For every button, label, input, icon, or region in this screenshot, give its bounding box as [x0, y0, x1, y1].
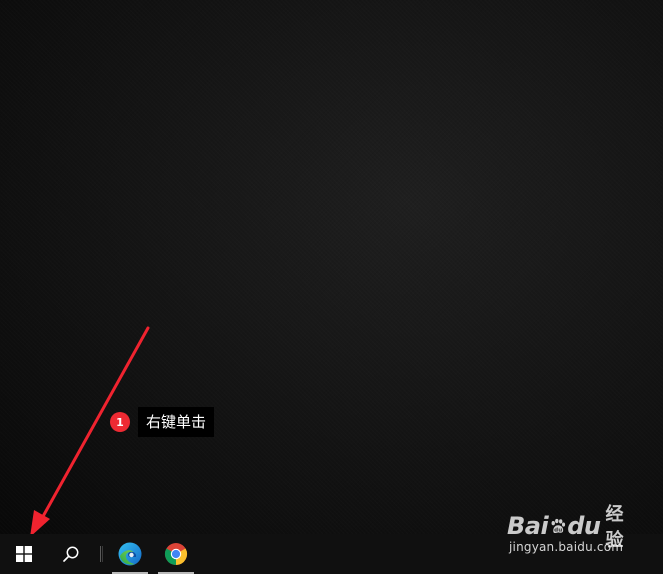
- search-icon: [63, 546, 79, 562]
- start-button[interactable]: [0, 534, 48, 574]
- chrome-icon: [164, 543, 188, 565]
- step-callout: 1 右键单击: [110, 406, 215, 438]
- search-button[interactable]: [48, 534, 94, 574]
- windows-logo-icon: [16, 546, 32, 562]
- task-view-button[interactable]: [94, 534, 106, 574]
- edge-icon: [118, 542, 142, 566]
- step-number-badge: 1: [110, 412, 130, 432]
- edge-app-button[interactable]: [108, 534, 152, 574]
- divider-icon: [99, 546, 101, 562]
- taskbar: [0, 534, 663, 574]
- chrome-app-button[interactable]: [154, 534, 198, 574]
- desktop-wallpaper[interactable]: [0, 0, 663, 534]
- step-instruction-label: 右键单击: [138, 407, 215, 437]
